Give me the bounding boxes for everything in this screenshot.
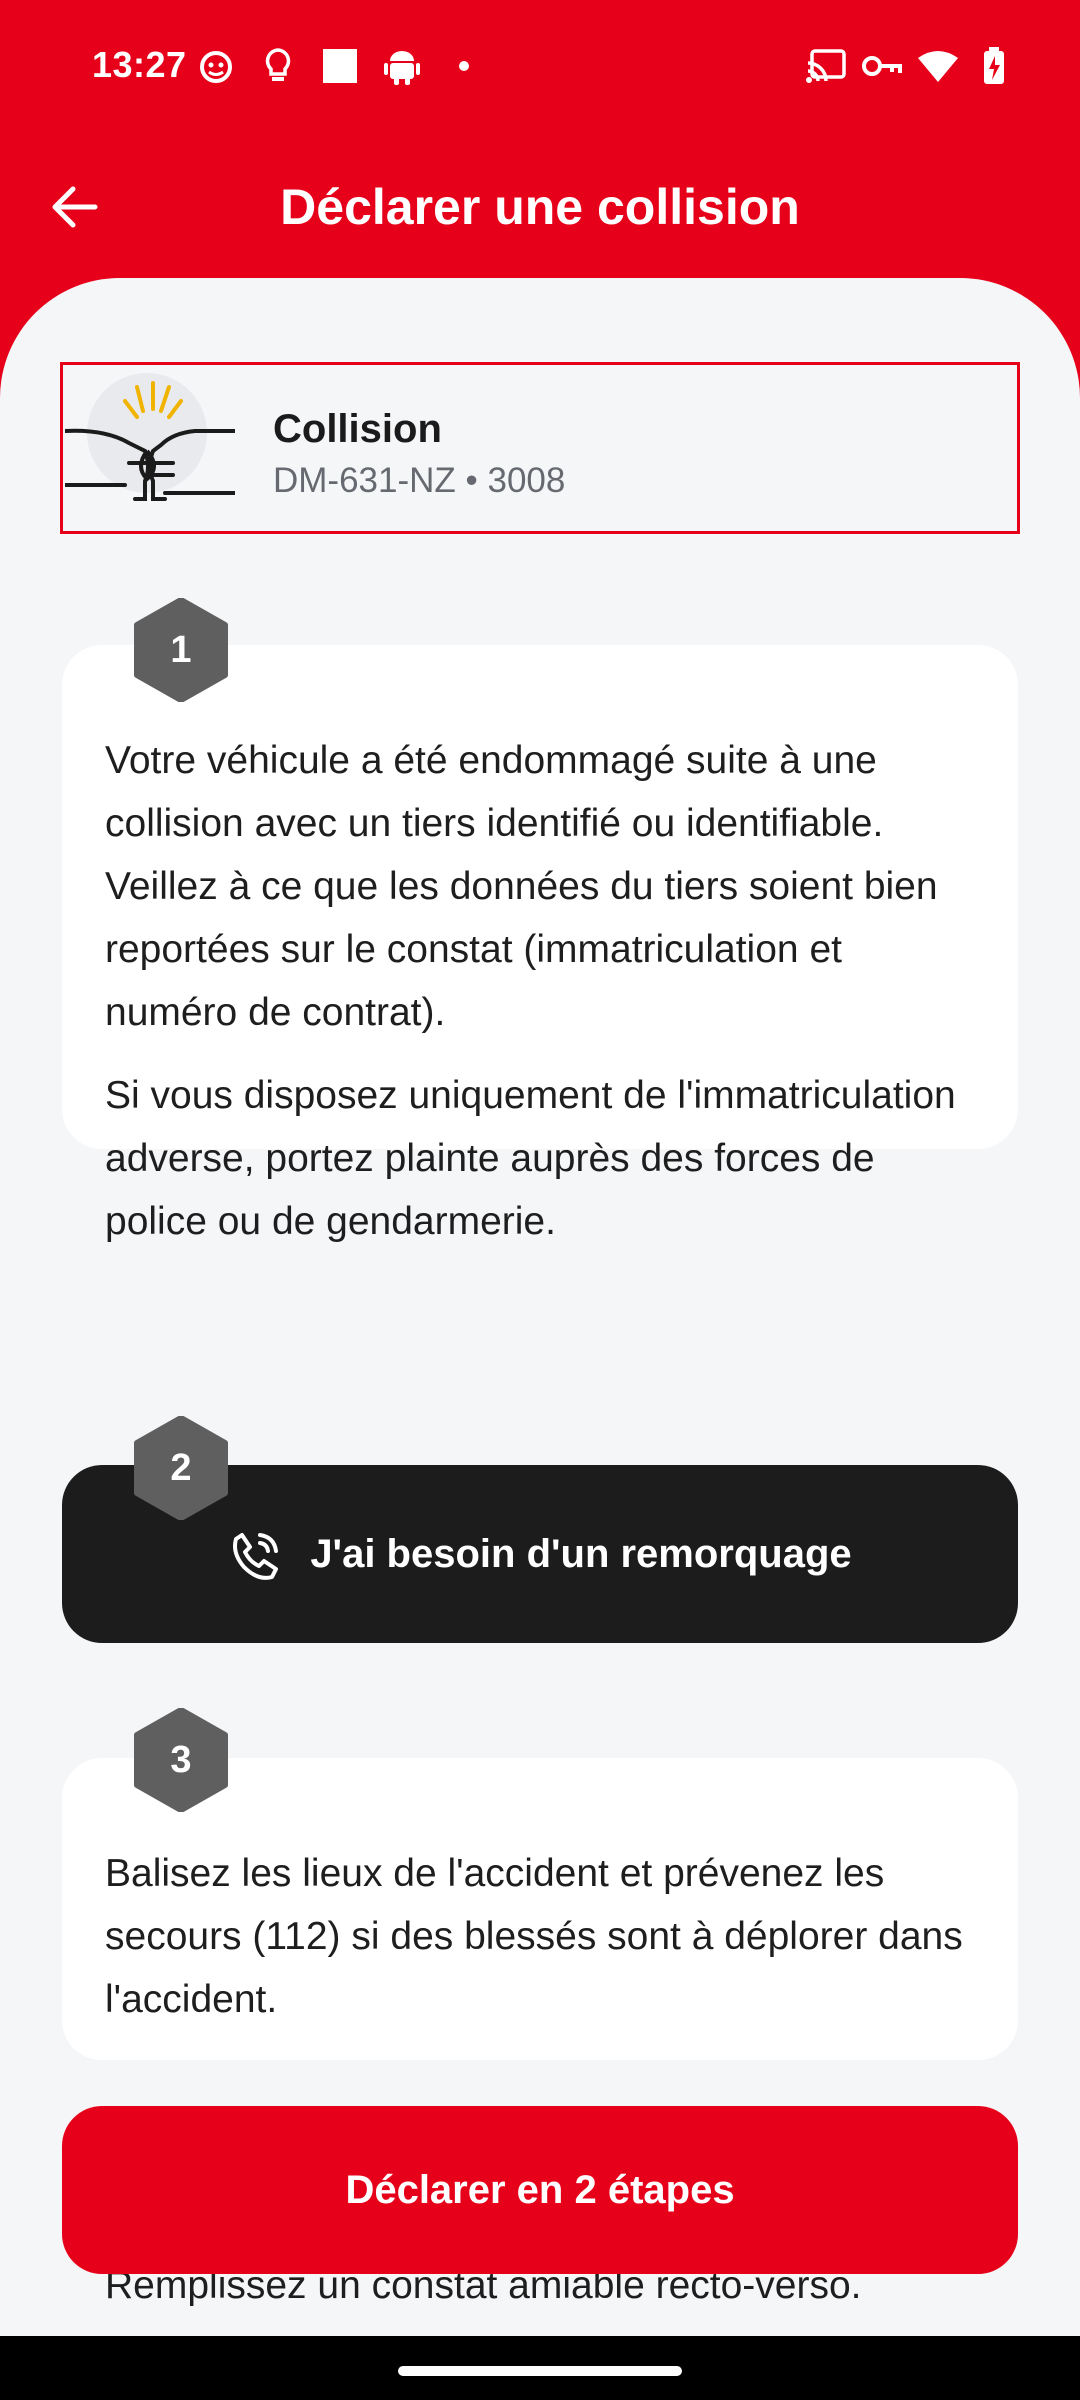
step-1-number: 1	[170, 628, 192, 671]
battery-charging-icon	[974, 46, 1014, 86]
step-1-paragraph-2: Si vous disposez uniquement de l'immatri…	[105, 1074, 956, 1243]
status-icons-right	[806, 46, 1014, 86]
system-nav-bar	[0, 2336, 1080, 2400]
vehicle-title: Collision	[273, 407, 442, 451]
step-1-badge: 1	[133, 598, 229, 702]
key-icon	[862, 46, 902, 86]
step-3-number: 3	[170, 1738, 192, 1781]
status-time: 13:27	[92, 44, 187, 85]
page-title: Déclarer une collision	[280, 179, 800, 235]
step-3-text: Balisez les lieux de l'accident et préve…	[105, 1852, 963, 2021]
lightbulb-icon	[258, 46, 298, 86]
dot-icon	[444, 46, 484, 86]
status-icons-left	[196, 46, 484, 86]
android-icon	[382, 46, 422, 86]
step-3-badge: 3	[133, 1708, 229, 1812]
wifi-icon	[918, 46, 958, 86]
status-bar: 13:27	[0, 0, 1080, 135]
step-2-badge: 2	[133, 1416, 229, 1520]
collision-icon	[63, 371, 237, 531]
content-sheet: Collision DM-631-NZ • 3008 Votre véhicul…	[0, 278, 1080, 2336]
step-1-card: Votre véhicule a été endommagé suite à u…	[62, 645, 1018, 1243]
home-gesture-handle[interactable]	[398, 2366, 682, 2376]
app-bar: Déclarer une collision	[0, 150, 1080, 265]
step-2-number: 2	[170, 1446, 192, 1489]
phone-call-icon	[233, 1533, 279, 1580]
cast-icon	[806, 46, 846, 86]
step-1-text: Votre véhicule a été endommagé suite à u…	[105, 729, 968, 1253]
towing-button-label: J'ai besoin d'un remorquage	[310, 1531, 852, 1576]
step-1-paragraph-1: Votre véhicule a été endommagé suite à u…	[105, 739, 938, 1034]
declare-button[interactable]: Déclarer en 2 étapes	[62, 2106, 1018, 2274]
face-icon	[196, 46, 236, 86]
square-icon	[320, 46, 360, 86]
vehicle-subtitle: DM-631-NZ • 3008	[273, 461, 566, 500]
vehicle-header[interactable]: Collision DM-631-NZ • 3008	[60, 362, 1020, 534]
